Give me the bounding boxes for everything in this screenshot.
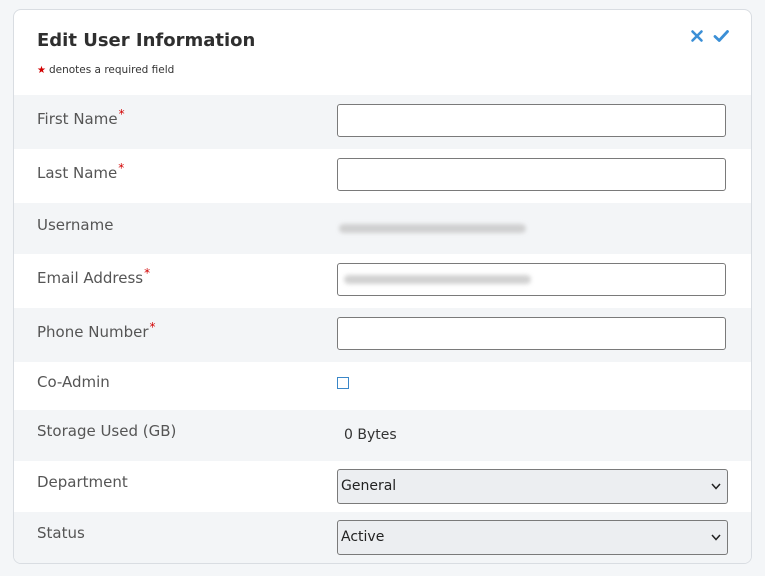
department-selected-value: General <box>341 478 397 494</box>
storage-value: 0 Bytes <box>344 427 397 443</box>
chevron-down-icon <box>711 483 721 490</box>
department-label: Department <box>37 473 128 491</box>
co-admin-label: Co-Admin <box>37 373 110 391</box>
status-selected-value: Active <box>341 529 385 545</box>
first-name-label: First Name* <box>37 107 125 128</box>
required-star-icon: ★ <box>37 65 46 76</box>
row-co-admin: Co-Admin <box>14 362 751 410</box>
phone-field[interactable] <box>337 317 726 350</box>
email-label-text: Email Address <box>37 269 144 287</box>
edit-user-card: Edit User Information ★ denotes a require… <box>13 9 752 564</box>
status-label: Status <box>37 524 85 542</box>
required-asterisk: * <box>118 107 125 121</box>
checkmark-icon[interactable] <box>713 28 729 44</box>
first-name-field[interactable] <box>337 104 726 137</box>
last-name-field[interactable] <box>337 158 726 191</box>
phone-label: Phone Number* <box>37 320 156 341</box>
last-name-label: Last Name* <box>37 161 125 182</box>
email-value-redacted <box>344 275 531 284</box>
storage-label: Storage Used (GB) <box>37 422 177 440</box>
username-label: Username <box>37 216 114 234</box>
row-status: Status Active <box>14 512 751 563</box>
row-phone: Phone Number* <box>14 308 751 362</box>
row-department: Department General <box>14 461 751 512</box>
required-note: ★ denotes a required field <box>37 64 174 76</box>
last-name-label-text: Last Name <box>37 164 118 182</box>
co-admin-checkbox[interactable] <box>337 377 349 389</box>
required-asterisk: * <box>118 161 125 175</box>
close-icon[interactable] <box>689 28 705 44</box>
status-select[interactable]: Active <box>337 520 728 555</box>
row-first-name: First Name* <box>14 95 751 149</box>
phone-label-text: Phone Number <box>37 323 149 341</box>
required-note-text: denotes a required field <box>48 64 175 76</box>
username-value-redacted <box>339 224 526 233</box>
department-select[interactable]: General <box>337 469 728 504</box>
email-label: Email Address* <box>37 266 151 287</box>
row-username: Username <box>14 203 751 254</box>
row-last-name: Last Name* <box>14 149 751 203</box>
card-header: Edit User Information ★ denotes a require… <box>14 10 751 95</box>
row-storage: Storage Used (GB) 0 Bytes <box>14 410 751 461</box>
chevron-down-icon <box>711 534 721 541</box>
row-email: Email Address* <box>14 254 751 308</box>
required-asterisk: * <box>149 320 156 334</box>
page-title: Edit User Information <box>37 30 256 51</box>
header-actions <box>689 28 729 44</box>
required-asterisk: * <box>144 266 151 280</box>
first-name-label-text: First Name <box>37 110 118 128</box>
email-field[interactable] <box>337 263 726 296</box>
